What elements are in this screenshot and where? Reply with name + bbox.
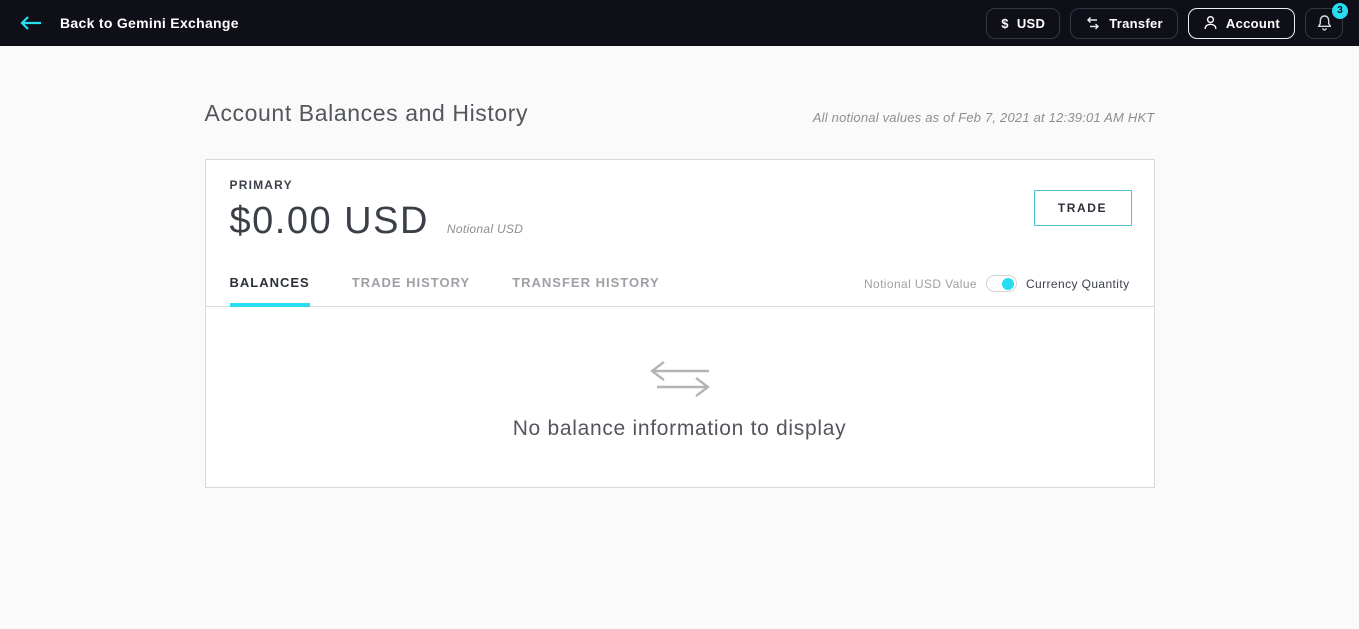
page-title: Account Balances and History: [205, 100, 529, 127]
balance-row: $0.00 USD Notional USD: [230, 200, 524, 243]
transfer-button[interactable]: Transfer: [1070, 8, 1178, 39]
page-header: Account Balances and History All notiona…: [205, 100, 1155, 127]
person-icon: [1203, 15, 1218, 31]
bell-icon: [1316, 14, 1333, 32]
notifications-group: 3: [1305, 8, 1343, 39]
tabs: BALANCES TRADE HISTORY TRANSFER HISTORY: [230, 269, 660, 306]
back-arrow-icon[interactable]: [20, 16, 42, 30]
balance-amount: $0.00 USD: [230, 200, 429, 243]
notional-values-timestamp: All notional values as of Feb 7, 2021 at…: [813, 110, 1155, 127]
card-header: PRIMARY $0.00 USD Notional USD TRADE: [206, 160, 1154, 243]
account-balance-card: PRIMARY $0.00 USD Notional USD TRADE BAL…: [205, 159, 1155, 488]
empty-state-message: No balance information to display: [513, 417, 847, 441]
tab-balances[interactable]: BALANCES: [230, 269, 310, 307]
tabs-row: BALANCES TRADE HISTORY TRANSFER HISTORY …: [206, 269, 1154, 307]
currency-selector-button[interactable]: $ USD: [986, 8, 1060, 39]
balance-caption: Notional USD: [447, 222, 523, 236]
display-mode-toggle-group: Notional USD Value Currency Quantity: [864, 275, 1130, 300]
page-content: Account Balances and History All notiona…: [205, 100, 1155, 488]
currency-quantity-label[interactable]: Currency Quantity: [1026, 277, 1130, 291]
transfer-arrows-icon: [1085, 16, 1101, 31]
toggle-knob: [1002, 278, 1014, 290]
dollar-icon: $: [1001, 16, 1009, 31]
transfer-label: Transfer: [1109, 16, 1163, 31]
topbar-back-group[interactable]: Back to Gemini Exchange: [20, 15, 239, 31]
topbar: Back to Gemini Exchange $ USD Transfer: [0, 0, 1359, 46]
back-link-label[interactable]: Back to Gemini Exchange: [60, 15, 239, 31]
tab-transfer-history[interactable]: TRANSFER HISTORY: [512, 269, 659, 307]
account-name-label: PRIMARY: [230, 178, 524, 192]
trade-button[interactable]: TRADE: [1034, 190, 1132, 226]
balance-summary: PRIMARY $0.00 USD Notional USD: [230, 178, 524, 243]
notification-count-badge: 3: [1332, 3, 1348, 19]
display-mode-toggle[interactable]: [986, 275, 1017, 292]
topbar-actions: $ USD Transfer Account: [986, 8, 1343, 39]
account-label: Account: [1226, 16, 1280, 31]
tab-trade-history[interactable]: TRADE HISTORY: [352, 269, 470, 307]
account-button[interactable]: Account: [1188, 8, 1295, 39]
transfer-arrows-empty-icon: [647, 360, 713, 403]
currency-label: USD: [1017, 16, 1045, 31]
empty-state: No balance information to display: [206, 307, 1154, 487]
notional-usd-value-label[interactable]: Notional USD Value: [864, 277, 977, 291]
